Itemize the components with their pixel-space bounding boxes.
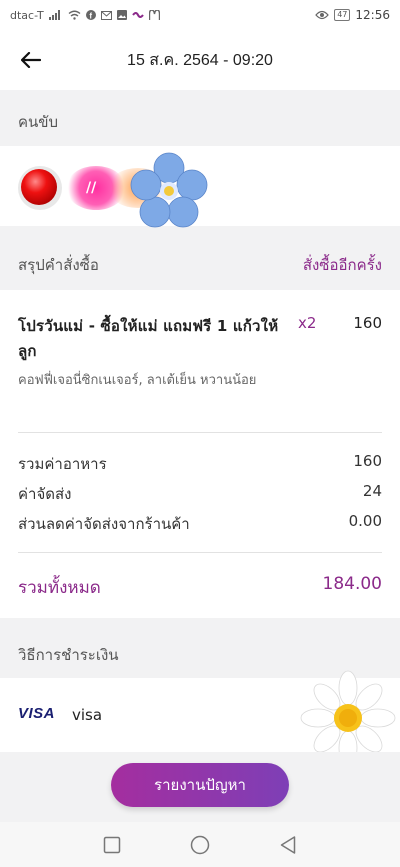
payment-section-title: วิธีการชำระเงิน (18, 646, 119, 664)
svg-text:f: f (89, 11, 92, 20)
visa-logo: VISA (18, 705, 56, 722)
signal-icon (48, 10, 60, 20)
status-right: 47 12:56 (315, 8, 390, 22)
clock: 12:56 (355, 8, 390, 22)
item-name: โปรวันแม่ - ซื้อให้แม่ แถมฟรี 1 แก้วให้ล… (18, 317, 279, 360)
reorder-link[interactable]: สั่งซื้ออีกครั้ง (303, 253, 382, 277)
delivery-fee-row: ค่าจัดส่ง 24 (18, 482, 382, 506)
driver-section-title: คนขับ (18, 113, 59, 131)
carrier-label: dtac-T (10, 8, 44, 22)
square-icon (103, 836, 121, 853)
red-sticker (21, 169, 57, 205)
eye-comfort-icon (315, 10, 330, 20)
nav-back-button[interactable] (274, 831, 302, 859)
arrow-left-icon (21, 52, 41, 68)
order-panel: โปรวันแม่ - ซื้อให้แม่ แถมฟรี 1 แก้วให้ล… (0, 290, 400, 618)
mail-icon (100, 10, 112, 20)
facebook-icon: f (85, 10, 96, 20)
total-value: 184.00 (322, 574, 382, 594)
delivery-fee-value: 24 (362, 482, 382, 500)
driver-section-header: คนขับ (0, 98, 400, 146)
order-section-header: สรุปคำสั่งซื้อ สั่งซื้ออีกครั้ง (0, 240, 400, 290)
delivery-fee-label: ค่าจัดส่ง (18, 485, 72, 503)
item-quantity: x2 (298, 314, 317, 332)
subtotal-label: รวมค่าอาหาร (18, 455, 107, 473)
subtotal-value: 160 (353, 452, 382, 470)
bottom-action-area: รายงานปัญหา (0, 752, 400, 822)
app-notification-icon (131, 12, 144, 18)
nav-recent-button[interactable] (98, 831, 126, 859)
discount-label: ส่วนลดค่าจัดส่งจากร้านค้า (18, 515, 190, 533)
subtotal-row: รวมค่าอาหาร 160 (18, 452, 382, 476)
back-button[interactable] (14, 44, 48, 76)
status-left: dtac-T f (10, 9, 160, 22)
discount-row: ส่วนลดค่าจัดส่งจากร้านค้า 0.00 (18, 512, 382, 536)
item-price: 160 (353, 314, 382, 332)
driver-avatar[interactable] (18, 166, 62, 210)
order-item: โปรวันแม่ - ซื้อให้แม่ แถมฟรี 1 แก้วให้ล… (18, 314, 382, 392)
total-row: รวมทั้งหมด 184.00 (18, 574, 382, 601)
header: 15 ส.ค. 2564 - 09:20 (0, 30, 400, 90)
payment-method-label: visa (72, 706, 103, 724)
image-icon (116, 10, 127, 20)
total-label: รวมทั้งหมด (18, 578, 101, 598)
divider (18, 432, 382, 433)
system-nav-bar (0, 822, 400, 867)
item-options: คอฟฟี่เจอนี่ซิกเนเจอร์, ลาเต้เย็น หวานน้… (18, 373, 257, 388)
blue-flower-sticker (130, 152, 208, 228)
page-title: 15 ส.ค. 2564 - 09:20 (127, 51, 273, 69)
order-section-title: สรุปคำสั่งซื้อ (18, 256, 99, 274)
divider (18, 552, 382, 553)
battery-icon: 47 (334, 9, 351, 21)
report-problem-button[interactable]: รายงานปัญหา (111, 763, 289, 807)
discount-value: 0.00 (348, 512, 382, 530)
triangle-icon (280, 835, 296, 854)
circle-icon (190, 835, 210, 854)
nav-home-button[interactable] (186, 831, 214, 859)
mcdonalds-icon (148, 10, 160, 20)
status-bar: dtac-T f 47 12:56 (0, 0, 400, 30)
pink-sticker-mark: // (86, 180, 97, 196)
wifi-icon (68, 10, 81, 20)
